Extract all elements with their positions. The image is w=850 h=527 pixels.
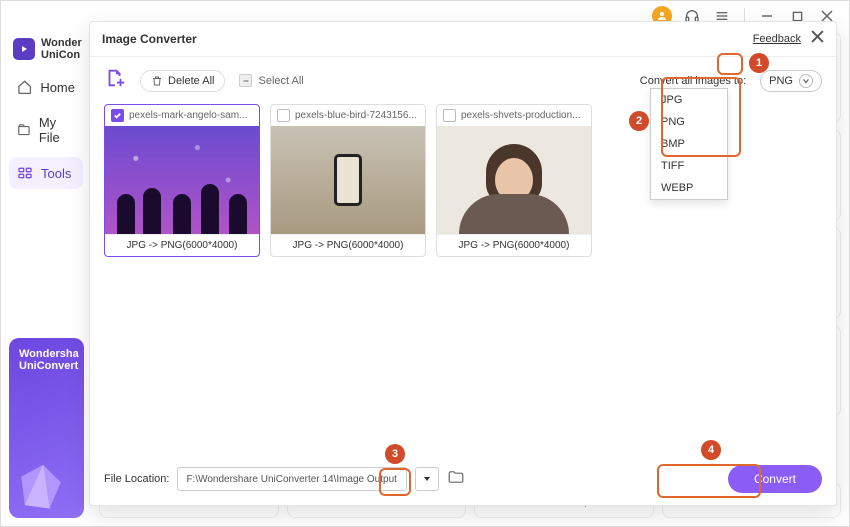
chevron-down-icon [799, 74, 813, 88]
dropdown-item[interactable]: WEBP [651, 177, 727, 199]
sidebar-item-label: My File [39, 115, 75, 145]
thumbnail-name: pexels-blue-bird-7243156... [295, 110, 417, 121]
modal-footer: File Location: Convert [90, 453, 836, 505]
thumbnail-name: pexels-mark-angelo-sam... [129, 110, 247, 121]
thumbnail-caption: JPG -> PNG(6000*4000) [271, 234, 425, 256]
thumbnail-card[interactable]: pexels-shvets-production... JPG -> PNG(6… [436, 104, 592, 257]
sidebar-item-tools[interactable]: Tools [9, 157, 83, 189]
annotation-badge-4: 4 [701, 440, 721, 460]
diamond-icon [12, 459, 68, 515]
open-folder-button[interactable] [447, 468, 465, 491]
file-location-input[interactable] [177, 467, 407, 491]
promo-card[interactable]: WondershaUniConvert [9, 338, 84, 518]
modal-header: Image Converter Feedback [90, 22, 836, 57]
thumbnail-card[interactable]: pexels-blue-bird-7243156... JPG -> PNG(6… [270, 104, 426, 257]
thumbnail-name: pexels-shvets-production... [461, 110, 581, 121]
thumbnail-card[interactable]: pexels-mark-angelo-sam... JPG -> PNG(600… [104, 104, 260, 257]
thumbnail-caption: JPG -> PNG(6000*4000) [105, 234, 259, 256]
thumbnail-caption: JPG -> PNG(6000*4000) [437, 234, 591, 256]
thumbnail-checkbox[interactable] [111, 109, 124, 122]
add-files-button[interactable] [104, 67, 126, 94]
select-all-checkbox[interactable]: Select All [239, 74, 303, 87]
logo-icon [13, 38, 35, 60]
sidebar-item-label: Home [40, 80, 75, 95]
format-dropdown: JPG PNG BMP TIFF WEBP [650, 88, 728, 200]
dropdown-item[interactable]: TIFF [651, 155, 727, 177]
thumbnail-checkbox[interactable] [443, 109, 456, 122]
annotation-badge-2: 2 [629, 111, 649, 131]
close-icon[interactable] [811, 30, 824, 48]
promo-text: WondershaUniConvert [19, 348, 74, 372]
image-converter-modal: Image Converter Feedback Delete All Sele… [89, 21, 837, 506]
brand-text: WonderUniCon [41, 37, 82, 61]
sidebar-item-home[interactable]: Home [9, 71, 83, 103]
annotation-badge-1: 1 [749, 53, 769, 73]
convert-to-label: Convert all images to: [640, 75, 746, 87]
feedback-link[interactable]: Feedback [753, 33, 801, 45]
dropdown-item[interactable]: JPG [651, 89, 727, 111]
thumbnail-checkbox[interactable] [277, 109, 290, 122]
format-select[interactable]: PNG [760, 70, 822, 92]
convert-button[interactable]: Convert [728, 465, 822, 493]
file-location-dropdown[interactable] [415, 467, 439, 491]
delete-all-button[interactable]: Delete All [140, 70, 225, 92]
modal-title: Image Converter [102, 32, 197, 46]
app-logo: WonderUniCon [9, 31, 83, 67]
dropdown-item[interactable]: BMP [651, 133, 727, 155]
thumbnail-image [437, 126, 591, 234]
dropdown-item[interactable]: PNG [651, 111, 727, 133]
annotation-badge-3: 3 [385, 444, 405, 464]
checkbox-icon [239, 74, 252, 87]
thumbnail-image [105, 126, 259, 234]
sidebar-item-label: Tools [41, 166, 71, 181]
file-location-label: File Location: [104, 473, 169, 485]
thumbnail-image [271, 126, 425, 234]
sidebar: WonderUniCon Home My File Tools Wondersh… [1, 31, 91, 526]
sidebar-item-myfiles[interactable]: My File [9, 107, 83, 153]
